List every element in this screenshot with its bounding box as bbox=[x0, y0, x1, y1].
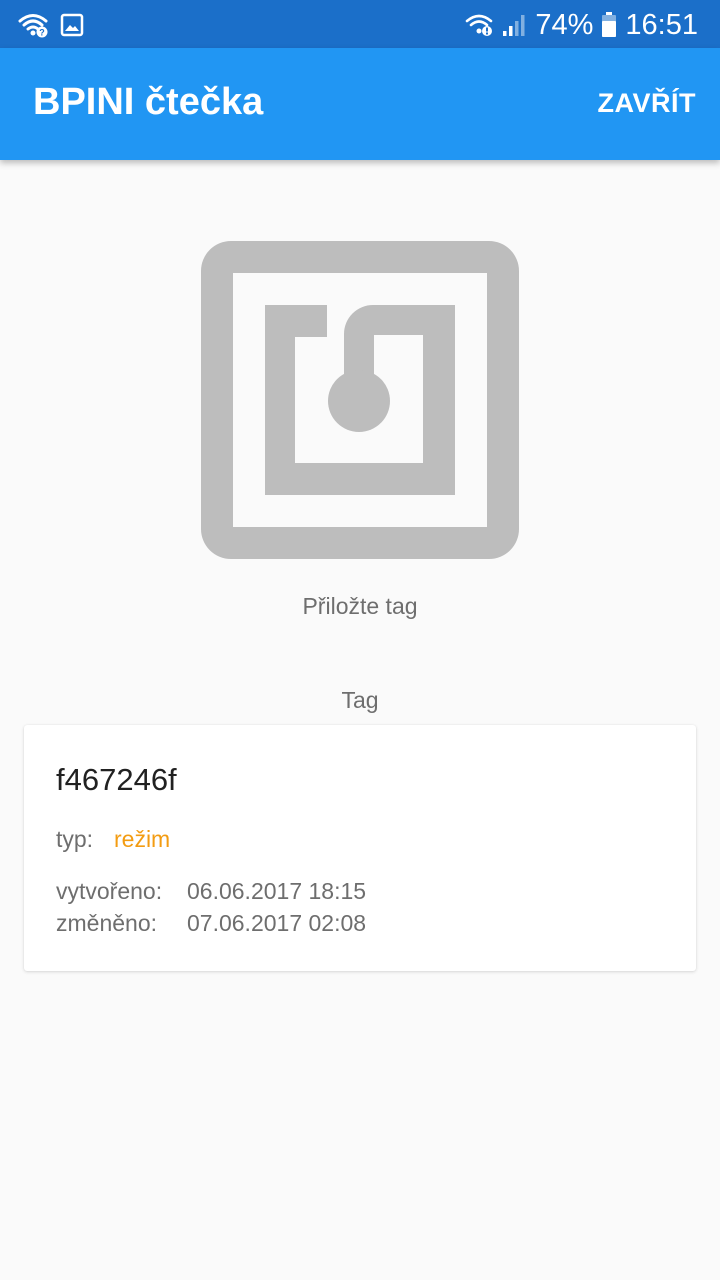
tag-id: f467246f bbox=[56, 762, 177, 797]
tag-card: f467246f typ: režim vytvořeno: 06.06.201… bbox=[24, 725, 696, 971]
created-value: 06.06.2017 18:15 bbox=[187, 878, 367, 904]
status-left-icons: ? bbox=[18, 10, 84, 40]
modified-label: změněno: bbox=[56, 910, 158, 936]
app-bar: BPINI čtečka ZAVŘÍT bbox=[0, 48, 720, 160]
svg-text:?: ? bbox=[39, 28, 45, 38]
modified-value: 07.06.2017 02:08 bbox=[187, 910, 367, 936]
type-value: režim bbox=[114, 826, 171, 852]
attach-tag-prompt: Přiložte tag bbox=[302, 593, 418, 619]
battery-icon bbox=[601, 12, 617, 38]
created-label: vytvořeno: bbox=[56, 878, 163, 904]
wifi-question-icon: ? bbox=[18, 12, 48, 38]
battery-percent: 74% bbox=[535, 8, 594, 41]
wifi-alert-icon bbox=[465, 13, 493, 37]
tag-section-label: Tag bbox=[341, 687, 379, 713]
clock: 16:51 bbox=[625, 8, 698, 41]
signal-icon bbox=[501, 12, 527, 38]
close-button[interactable]: ZAVŘÍT bbox=[598, 88, 697, 119]
type-label: typ: bbox=[56, 826, 94, 852]
image-icon bbox=[60, 13, 84, 37]
status-bar: ? 74% 16:51 bbox=[0, 0, 720, 48]
app-title: BPINI čtečka bbox=[33, 81, 264, 123]
status-right-icons: 74% 16:51 bbox=[465, 6, 698, 44]
nfc-icon bbox=[201, 241, 519, 559]
